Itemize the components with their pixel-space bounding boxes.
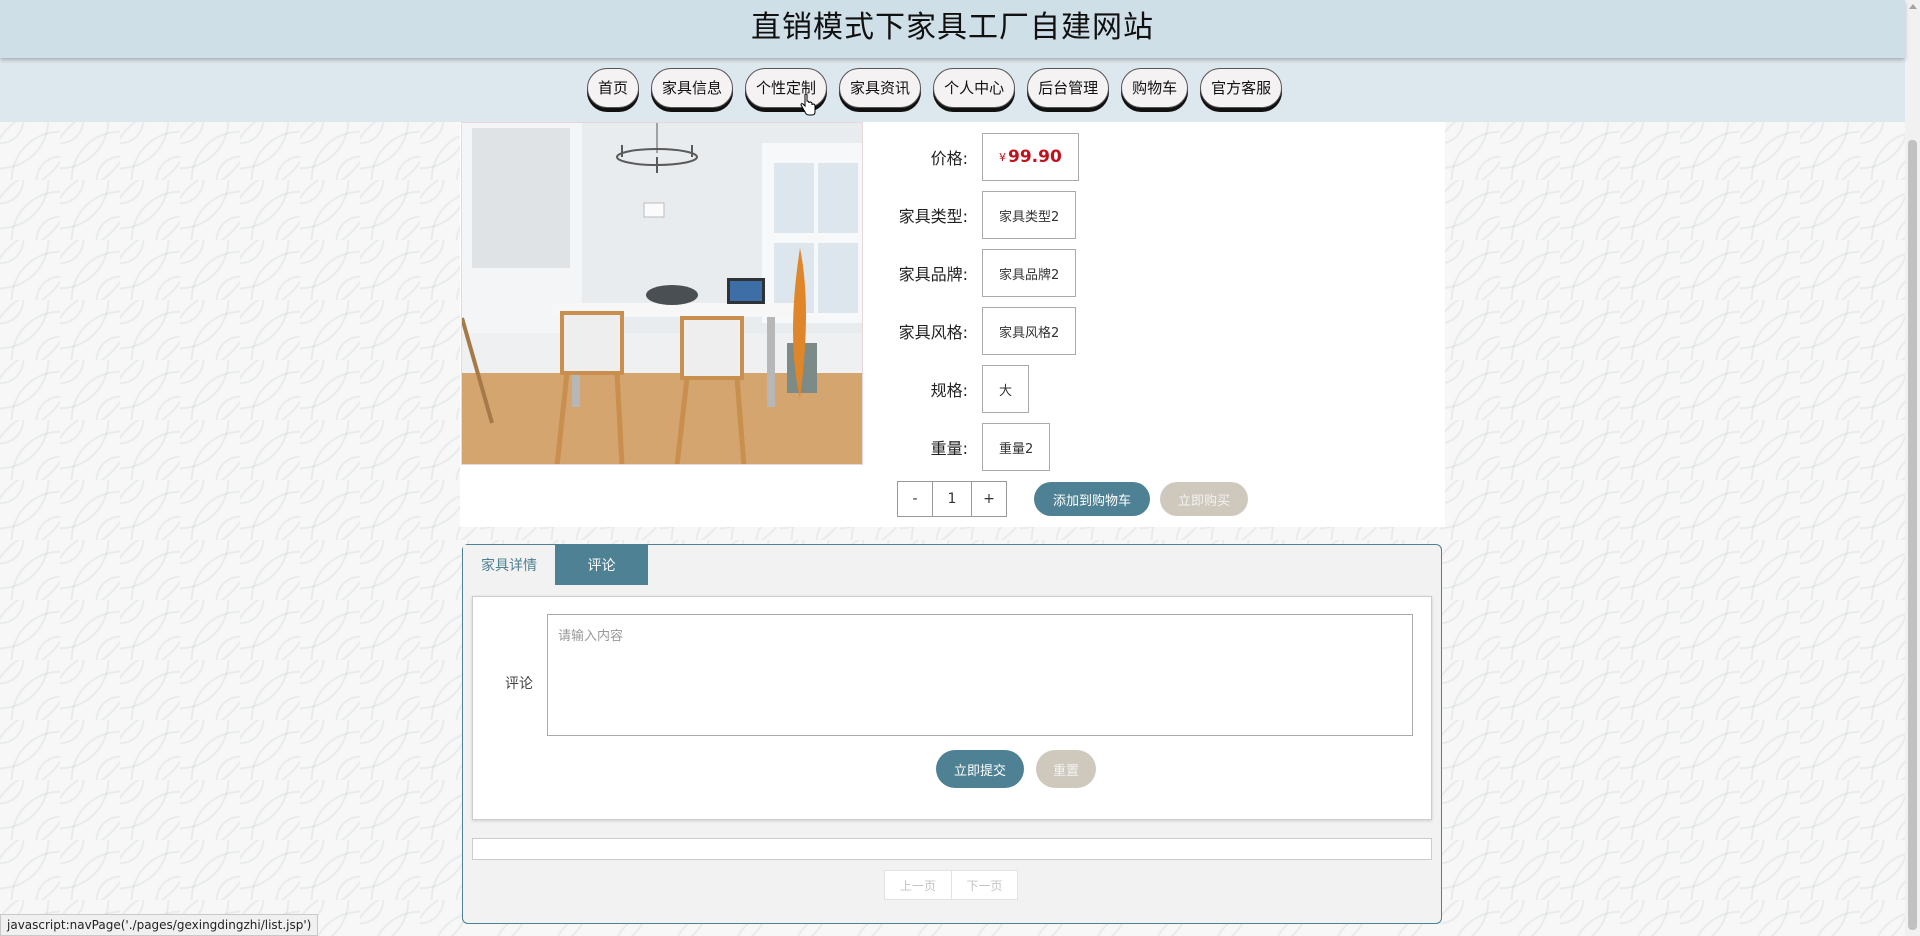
product-image	[461, 122, 863, 465]
tab-comments[interactable]: 评论	[555, 545, 648, 585]
nav-home[interactable]: 首页	[587, 68, 640, 108]
comment-list	[472, 838, 1432, 860]
nav-personal-center[interactable]: 个人中心	[933, 68, 1016, 108]
spec-row: 规格: 大	[890, 365, 1030, 413]
reset-button[interactable]: 重置	[1036, 750, 1096, 788]
type-label: 家具类型:	[898, 207, 968, 226]
nav-furniture-info[interactable]: 家具信息	[651, 68, 734, 108]
tabs-panel: 家具详情 评论 评论 请输入内容 立即提交 重置 上一页 下一页	[462, 544, 1442, 924]
type-row: 家具类型: 家具类型2	[890, 191, 1077, 239]
hand-cursor-icon	[800, 94, 816, 116]
nav-cart[interactable]: 购物车	[1121, 68, 1189, 108]
price-value: 99.90	[1008, 147, 1062, 167]
tab-details[interactable]: 家具详情	[463, 545, 555, 585]
scroll-up-icon[interactable]	[1909, 4, 1917, 9]
weight-value: 重量2	[982, 423, 1051, 471]
quantity-stepper: - 1 +	[897, 481, 1007, 517]
comment-textarea[interactable]: 请输入内容	[547, 614, 1413, 736]
submit-button[interactable]: 立即提交	[936, 750, 1024, 788]
nav-list: 首页 家具信息 个性定制 家具资讯 个人中心 后台管理 购物车 官方客服	[587, 68, 1283, 108]
price-row: 价格: ¥ 99.90	[890, 133, 1079, 181]
quantity-plus-button[interactable]: +	[972, 482, 1006, 516]
site-title: 直销模式下家具工厂自建网站	[751, 10, 1154, 45]
style-label: 家具风格:	[898, 323, 968, 342]
currency-symbol: ¥	[999, 150, 1006, 164]
spec-label: 规格:	[930, 381, 968, 400]
status-bar: javascript:navPage('./pages/gexingdingzh…	[0, 914, 319, 936]
weight-row: 重量: 重量2	[890, 423, 1051, 471]
prev-page-button[interactable]: 上一页	[885, 871, 951, 899]
style-value: 家具风格2	[982, 307, 1077, 355]
pager: 上一页 下一页	[884, 870, 1018, 900]
nav-admin[interactable]: 后台管理	[1027, 68, 1110, 108]
tab-bar: 家具详情 评论	[463, 545, 648, 585]
dining-room-photo	[462, 123, 862, 464]
comment-label: 评论	[505, 676, 533, 692]
nav-customer-service[interactable]: 官方客服	[1200, 68, 1283, 108]
quantity-minus-button[interactable]: -	[898, 482, 932, 516]
style-row: 家具风格: 家具风格2	[890, 307, 1077, 355]
nav-news[interactable]: 家具资讯	[839, 68, 922, 108]
price-label: 价格:	[930, 149, 968, 168]
price-value-box: ¥ 99.90	[982, 133, 1079, 181]
brand-label: 家具品牌:	[898, 265, 968, 284]
site-header: 直销模式下家具工厂自建网站	[0, 0, 1905, 58]
add-to-cart-button[interactable]: 添加到购物车	[1034, 482, 1150, 516]
brand-value: 家具品牌2	[982, 249, 1077, 297]
spec-value: 大	[982, 365, 1030, 413]
brand-row: 家具品牌: 家具品牌2	[890, 249, 1077, 297]
buy-now-button[interactable]: 立即购买	[1160, 482, 1248, 516]
scroll-thumb[interactable]	[1908, 140, 1917, 930]
quantity-input[interactable]: 1	[932, 482, 972, 516]
weight-label: 重量:	[930, 439, 968, 458]
type-value: 家具类型2	[982, 191, 1077, 239]
comment-form: 评论 请输入内容 立即提交 重置	[472, 596, 1432, 820]
vertical-scrollbar[interactable]	[1905, 0, 1920, 936]
page: 直销模式下家具工厂自建网站 首页 家具信息 个性定制 家具资讯 个人中心 后台管…	[0, 0, 1905, 936]
next-page-button[interactable]: 下一页	[951, 871, 1017, 899]
main-nav: 首页 家具信息 个性定制 家具资讯 个人中心 后台管理 购物车 官方客服	[0, 58, 1905, 122]
